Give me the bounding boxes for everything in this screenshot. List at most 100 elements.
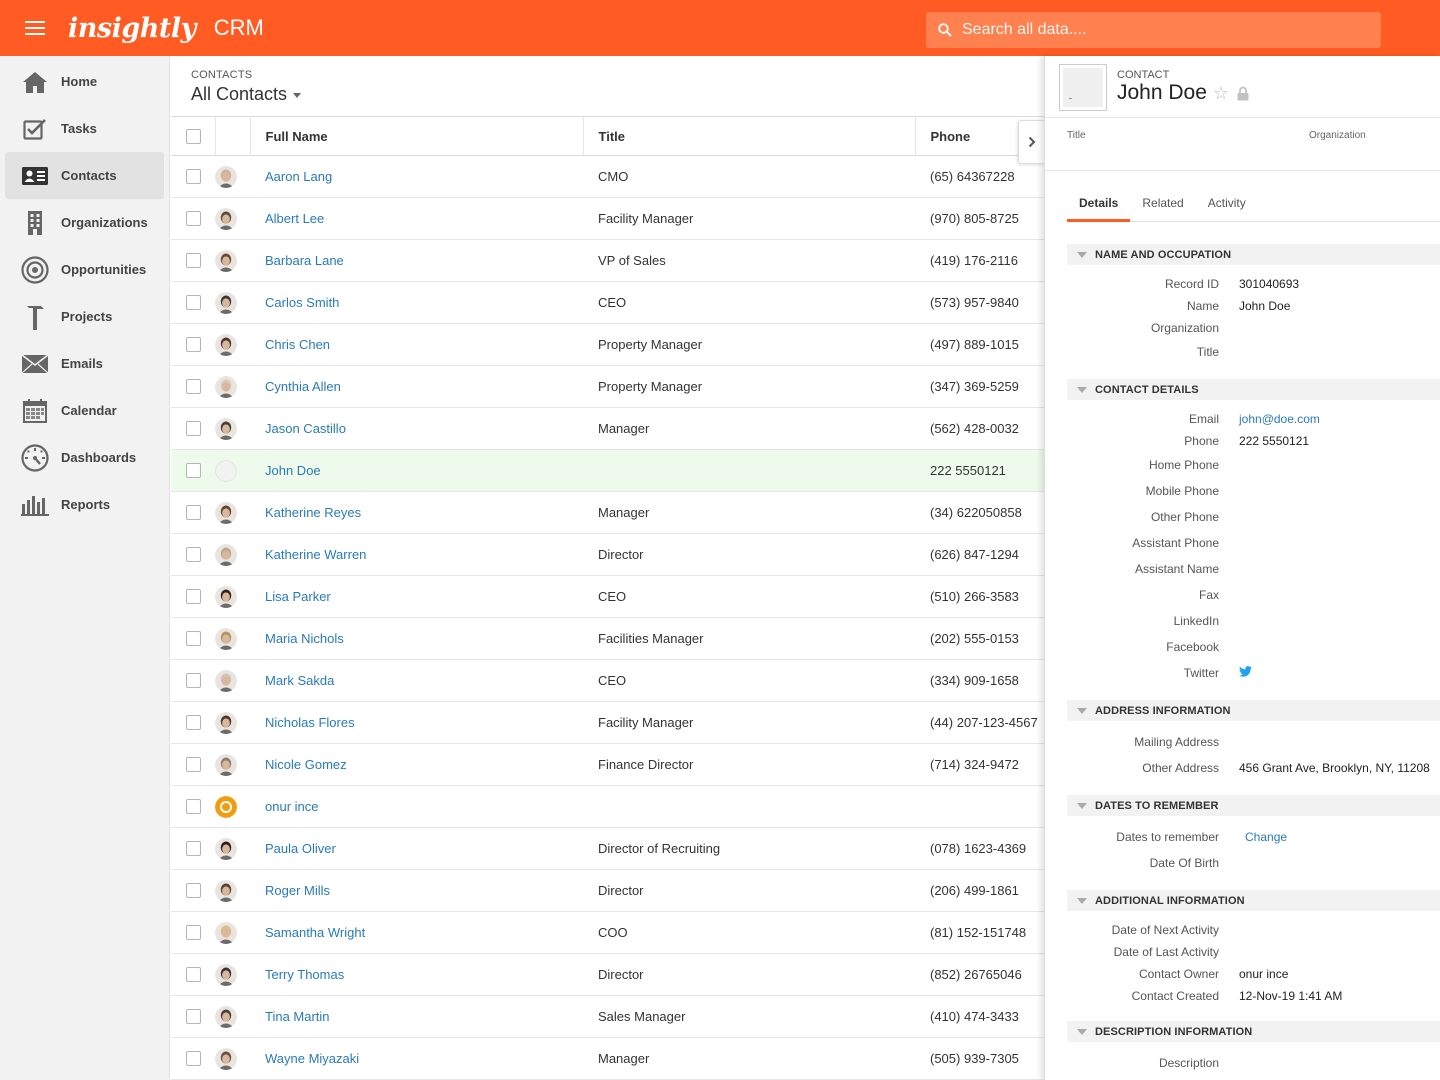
sidebar-item-tasks[interactable]: Tasks (5, 105, 164, 152)
table-row[interactable]: Samantha Wright COO (81) 152-151748 (171, 911, 1044, 954)
contact-name-link[interactable]: Lisa Parker (265, 589, 331, 604)
section-header-dates-to-remember[interactable]: DATES TO REMEMBER (1067, 795, 1440, 816)
sidebar-item-organizations[interactable]: Organizations (5, 199, 164, 246)
row-checkbox[interactable] (186, 1051, 201, 1066)
table-row[interactable]: Katherine Warren Director (626) 847-1294 (171, 533, 1044, 576)
field-value[interactable]: 12-Nov-19 1:41 AM (1239, 985, 1342, 1007)
section-header-name-and-occupation[interactable]: NAME AND OCCUPATION (1067, 244, 1440, 265)
sidebar-item-projects[interactable]: Projects (5, 293, 164, 340)
table-row[interactable]: Cynthia Allen Property Manager (347) 369-5… (171, 365, 1044, 408)
table-row[interactable]: John Doe 222 5550121 (171, 449, 1044, 492)
row-checkbox[interactable] (186, 547, 201, 562)
contact-name-link[interactable]: Mark Sakda (265, 673, 334, 688)
sidebar-item-contacts[interactable]: Contacts (5, 152, 164, 199)
section-header-additional-information[interactable]: ADDITIONAL INFORMATION (1067, 890, 1440, 911)
row-checkbox[interactable] (186, 253, 201, 268)
contact-name-link[interactable]: Chris Chen (265, 337, 330, 352)
row-checkbox[interactable] (186, 337, 201, 352)
section-header-address-information[interactable]: ADDRESS INFORMATION (1067, 700, 1440, 721)
select-all-checkbox[interactable] (186, 128, 201, 144)
table-row[interactable]: onur ince (171, 785, 1044, 828)
table-row[interactable]: Wayne Miyazaki Manager (505) 939-7305 (171, 1037, 1044, 1080)
contact-name-link[interactable]: onur ince (265, 799, 318, 814)
sidebar-item-emails[interactable]: Emails (5, 340, 164, 387)
contact-name-link[interactable]: Paula Oliver (265, 841, 336, 856)
row-checkbox[interactable] (186, 379, 201, 394)
table-row[interactable]: Katherine Reyes Manager (34) 622050858 (171, 491, 1044, 534)
field-value[interactable]: onur ince (1239, 963, 1288, 985)
contact-name-link[interactable]: Roger Mills (265, 883, 330, 898)
contact-name-link[interactable]: Jason Castillo (265, 421, 346, 436)
table-row[interactable]: Lisa Parker CEO (510) 266-3583 (171, 575, 1044, 618)
row-checkbox[interactable] (186, 211, 201, 226)
row-checkbox[interactable] (186, 589, 201, 604)
contact-name-link[interactable]: Wayne Miyazaki (265, 1051, 359, 1066)
contact-photo[interactable] (1059, 64, 1107, 111)
row-checkbox[interactable] (186, 757, 201, 772)
contact-name-link[interactable]: Nicholas Flores (265, 715, 355, 730)
contact-name-link[interactable]: Cynthia Allen (265, 379, 341, 394)
view-selector[interactable]: All Contacts (191, 84, 1044, 105)
column-header-title[interactable]: Title (582, 116, 915, 156)
table-row[interactable]: Maria Nichols Facilities Manager (202) 555… (171, 617, 1044, 660)
row-checkbox[interactable] (186, 841, 201, 856)
table-row[interactable]: Nicole Gomez Finance Director (714) 324-94… (171, 743, 1044, 786)
row-checkbox[interactable] (186, 925, 201, 940)
row-checkbox[interactable] (186, 631, 201, 646)
row-checkbox[interactable] (186, 463, 201, 478)
row-checkbox[interactable] (186, 169, 201, 184)
field-value[interactable]: John Doe (1239, 295, 1290, 317)
table-row[interactable]: Jason Castillo Manager (562) 428-0032 (171, 407, 1044, 450)
row-checkbox[interactable] (186, 799, 201, 814)
field-value[interactable]: 301040693 (1239, 273, 1299, 295)
sidebar-item-opportunities[interactable]: Opportunities (5, 246, 164, 293)
contact-name-link[interactable]: Samantha Wright (265, 925, 365, 940)
table-row[interactable]: Carlos Smith CEO (573) 957-9840 (171, 281, 1044, 324)
sidebar-item-calendar[interactable]: Calendar (5, 387, 164, 434)
field-value[interactable]: 222 5550121 (1239, 430, 1309, 452)
tab-activity[interactable]: Activity (1196, 193, 1258, 222)
table-row[interactable]: Terry Thomas Director (852) 26765046 (171, 953, 1044, 996)
section-header-contact-details[interactable]: CONTACT DETAILS (1067, 379, 1440, 400)
table-row[interactable]: Nicholas Flores Facility Manager (44) 207-… (171, 701, 1044, 744)
contact-name-link[interactable]: Aaron Lang (265, 169, 332, 184)
row-checkbox[interactable] (186, 673, 201, 688)
table-row[interactable]: Tina Martin Sales Manager (410) 474-3433 (171, 995, 1044, 1038)
table-row[interactable]: Roger Mills Director (206) 499-1861 (171, 869, 1044, 912)
contact-name-link[interactable]: Tina Martin (265, 1009, 330, 1024)
field-value[interactable]: 456 Grant Ave, Brooklyn, NY, 11208 (1239, 755, 1430, 781)
table-row[interactable]: Mark Sakda CEO (334) 909-1658 (171, 659, 1044, 702)
search-input[interactable] (962, 21, 1362, 39)
row-checkbox[interactable] (186, 1009, 201, 1024)
twitter-icon[interactable] (1239, 660, 1252, 686)
contact-name-link[interactable]: Carlos Smith (265, 295, 339, 310)
contact-name-link[interactable]: Katherine Warren (265, 547, 366, 562)
section-header-description-information[interactable]: DESCRIPTION INFORMATION (1067, 1021, 1440, 1042)
contact-name-link[interactable]: Nicole Gomez (265, 757, 347, 772)
contact-name-link[interactable]: Albert Lee (265, 211, 324, 226)
row-checkbox[interactable] (186, 715, 201, 730)
table-row[interactable]: Albert Lee Facility Manager (970) 805-8725 (171, 197, 1044, 240)
table-row[interactable]: Paula Oliver Director of Recruiting (078) … (171, 827, 1044, 870)
row-checkbox[interactable] (186, 505, 201, 520)
table-row[interactable]: Barbara Lane VP of Sales (419) 176-2116 (171, 239, 1044, 282)
row-checkbox[interactable] (186, 967, 201, 982)
star-icon[interactable]: ☆ (1213, 83, 1229, 104)
change-link[interactable]: Change (1245, 830, 1287, 844)
tab-related[interactable]: Related (1130, 193, 1195, 222)
row-checkbox[interactable] (186, 421, 201, 436)
row-checkbox[interactable] (186, 883, 201, 898)
lock-icon[interactable] (1237, 86, 1249, 101)
contact-name-link[interactable]: Katherine Reyes (265, 505, 361, 520)
sidebar-item-dashboards[interactable]: Dashboards (5, 434, 164, 481)
table-row[interactable]: Chris Chen Property Manager (497) 889-1015 (171, 323, 1044, 366)
row-checkbox[interactable] (186, 295, 201, 310)
sidebar-item-home[interactable]: Home (5, 58, 164, 105)
contact-name-link[interactable]: John Doe (265, 463, 321, 478)
tab-details[interactable]: Details (1067, 193, 1131, 222)
contact-name-link[interactable]: Terry Thomas (265, 967, 344, 982)
contact-name-link[interactable]: Barbara Lane (265, 253, 344, 268)
expand-panel-button[interactable] (1018, 120, 1044, 164)
sidebar-item-reports[interactable]: Reports (5, 481, 164, 528)
column-header-full-name[interactable]: Full Name (249, 116, 583, 156)
